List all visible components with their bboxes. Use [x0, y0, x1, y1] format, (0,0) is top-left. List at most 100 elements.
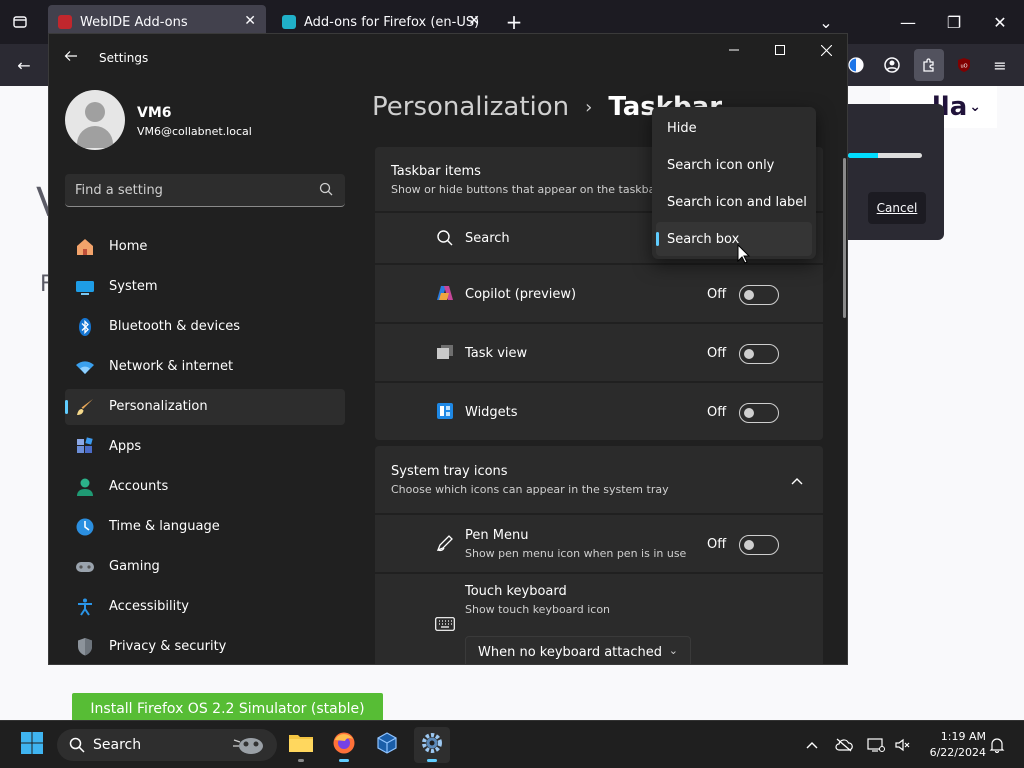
search-label: Search: [93, 737, 142, 753]
nav-item-network[interactable]: Network & internet: [65, 349, 345, 385]
pen-menu-toggle[interactable]: [739, 535, 779, 555]
nav-label: Bluetooth & devices: [109, 319, 240, 334]
gamepad-icon: [75, 557, 95, 577]
taskbar-search-box[interactable]: Search: [57, 729, 277, 761]
bluetooth-icon: [75, 317, 95, 337]
speaker-muted-icon[interactable]: [892, 735, 912, 755]
task-view-toggle[interactable]: [739, 344, 779, 364]
touch-keyboard-dropdown[interactable]: When no keyboard attached ⌄: [465, 636, 691, 664]
keyboard-icon: [435, 614, 455, 634]
network-monitor-icon[interactable]: [866, 735, 886, 755]
ublock-icon[interactable]: uO: [950, 51, 978, 79]
webide-favicon-icon: [58, 15, 72, 29]
profile-email: VM6@collabnet.local: [137, 125, 252, 138]
extensions-puzzle-icon[interactable]: [914, 49, 944, 81]
pen-menu-row: Pen Menu Show pen menu icon when pen is …: [375, 515, 823, 572]
search-placeholder: Find a setting: [75, 182, 163, 198]
task-view-icon: [435, 342, 455, 362]
gear-icon: [421, 732, 443, 758]
chevron-up-icon[interactable]: [791, 470, 803, 489]
nav-label: System: [109, 279, 158, 294]
row-label: Task view: [465, 346, 528, 361]
svg-text:uO: uO: [960, 64, 967, 70]
clock-time: 1:19 AM: [940, 730, 986, 743]
back-arrow-icon[interactable]: [63, 48, 83, 68]
hamburger-menu-icon[interactable]: ≡: [986, 51, 1014, 79]
menu-item-search-icon-and-label[interactable]: Search icon and label: [656, 185, 812, 219]
minimize-icon[interactable]: [711, 34, 757, 66]
find-setting-input[interactable]: Find a setting: [65, 174, 345, 207]
toggle-state-label: Off: [707, 405, 727, 420]
breadcrumb-parent[interactable]: Personalization: [372, 92, 569, 122]
apps-icon: [75, 437, 95, 457]
chevron-down-icon: ⌄: [668, 644, 678, 657]
tab-label: WebIDE Add-ons: [80, 14, 188, 30]
row-label: Pen Menu: [465, 528, 529, 543]
new-tab-icon[interactable]: +: [500, 8, 528, 36]
app-title: Settings: [99, 51, 149, 65]
close-tab-icon[interactable]: ✕: [468, 13, 480, 29]
selection-indicator: [656, 232, 659, 246]
nav-item-bluetooth[interactable]: Bluetooth & devices: [65, 309, 345, 345]
nav-item-accounts[interactable]: Accounts: [65, 469, 345, 505]
nav-label: Time & language: [109, 519, 220, 534]
clock-date: 6/22/2024: [929, 746, 986, 759]
search-icon: [69, 737, 85, 757]
maximize-icon[interactable]: [757, 34, 803, 66]
nav-item-personalization[interactable]: Personalization: [65, 389, 345, 425]
section-title: System tray icons: [391, 464, 508, 479]
virtualbox-app[interactable]: [369, 727, 405, 763]
accessibility-icon: [75, 597, 95, 617]
close-tab-icon[interactable]: ✕: [244, 13, 256, 29]
cancel-download-button[interactable]: Cancel: [868, 192, 926, 224]
widgets-toggle[interactable]: [739, 403, 779, 423]
account-icon[interactable]: [878, 51, 906, 79]
close-window-icon[interactable]: ✕: [986, 8, 1014, 36]
nav-item-gaming[interactable]: Gaming: [65, 549, 345, 585]
tab-label: Add-ons for Firefox (en-US): [304, 14, 480, 30]
start-button[interactable]: [14, 727, 50, 763]
pen-icon: [435, 533, 455, 553]
tab-list-icon[interactable]: [6, 8, 34, 36]
download-progress-bar: [848, 153, 922, 158]
section-subtitle: Choose which icons can appear in the sys…: [391, 483, 669, 496]
menu-item-search-box[interactable]: Search box: [656, 222, 812, 256]
nav-item-system[interactable]: System: [65, 269, 345, 305]
nav-item-home[interactable]: Home: [65, 229, 345, 265]
widgets-row: Widgets Off: [375, 383, 823, 440]
copilot-toggle[interactable]: [739, 285, 779, 305]
nav-item-time-language[interactable]: Time & language: [65, 509, 345, 545]
search-highlight-icon: [229, 732, 269, 762]
clock[interactable]: 1:19 AM 6/22/2024: [920, 729, 986, 761]
cube-icon: [375, 731, 399, 759]
menu-item-hide[interactable]: Hide: [656, 111, 812, 145]
nav-label: Accessibility: [109, 599, 189, 614]
notification-bell-icon[interactable]: [987, 735, 1007, 755]
nav-label: Gaming: [109, 559, 160, 574]
nav-item-privacy[interactable]: Privacy & security: [65, 629, 345, 664]
task-view-row: Task view Off: [375, 324, 823, 381]
copilot-icon: [435, 283, 455, 303]
onedrive-offline-icon[interactable]: [834, 735, 854, 755]
list-all-tabs-chevron-icon[interactable]: ⌄: [812, 8, 840, 36]
nav-item-apps[interactable]: Apps: [65, 429, 345, 465]
nav-item-accessibility[interactable]: Accessibility: [65, 589, 345, 625]
show-hidden-icons-chevron-icon[interactable]: [802, 735, 822, 755]
settings-app[interactable]: [414, 727, 450, 763]
toggle-state-label: Off: [707, 287, 727, 302]
scrollbar[interactable]: [843, 158, 846, 318]
accounts-icon: [75, 477, 95, 497]
system-tray-header[interactable]: System tray icons Choose which icons can…: [375, 446, 823, 513]
back-arrow-icon[interactable]: ←: [10, 51, 38, 79]
mouse-cursor-icon: [737, 243, 751, 268]
minimize-icon[interactable]: —: [894, 8, 922, 36]
close-icon[interactable]: [803, 34, 847, 66]
restore-icon[interactable]: ❐: [940, 8, 968, 36]
shield-icon: [75, 637, 95, 657]
nav-label: Personalization: [109, 399, 208, 414]
file-explorer-app[interactable]: [283, 727, 319, 763]
nav-label: Privacy & security: [109, 639, 227, 654]
menu-item-search-icon-only[interactable]: Search icon only: [656, 148, 812, 182]
avatar[interactable]: [65, 90, 125, 150]
firefox-app[interactable]: [326, 727, 362, 763]
